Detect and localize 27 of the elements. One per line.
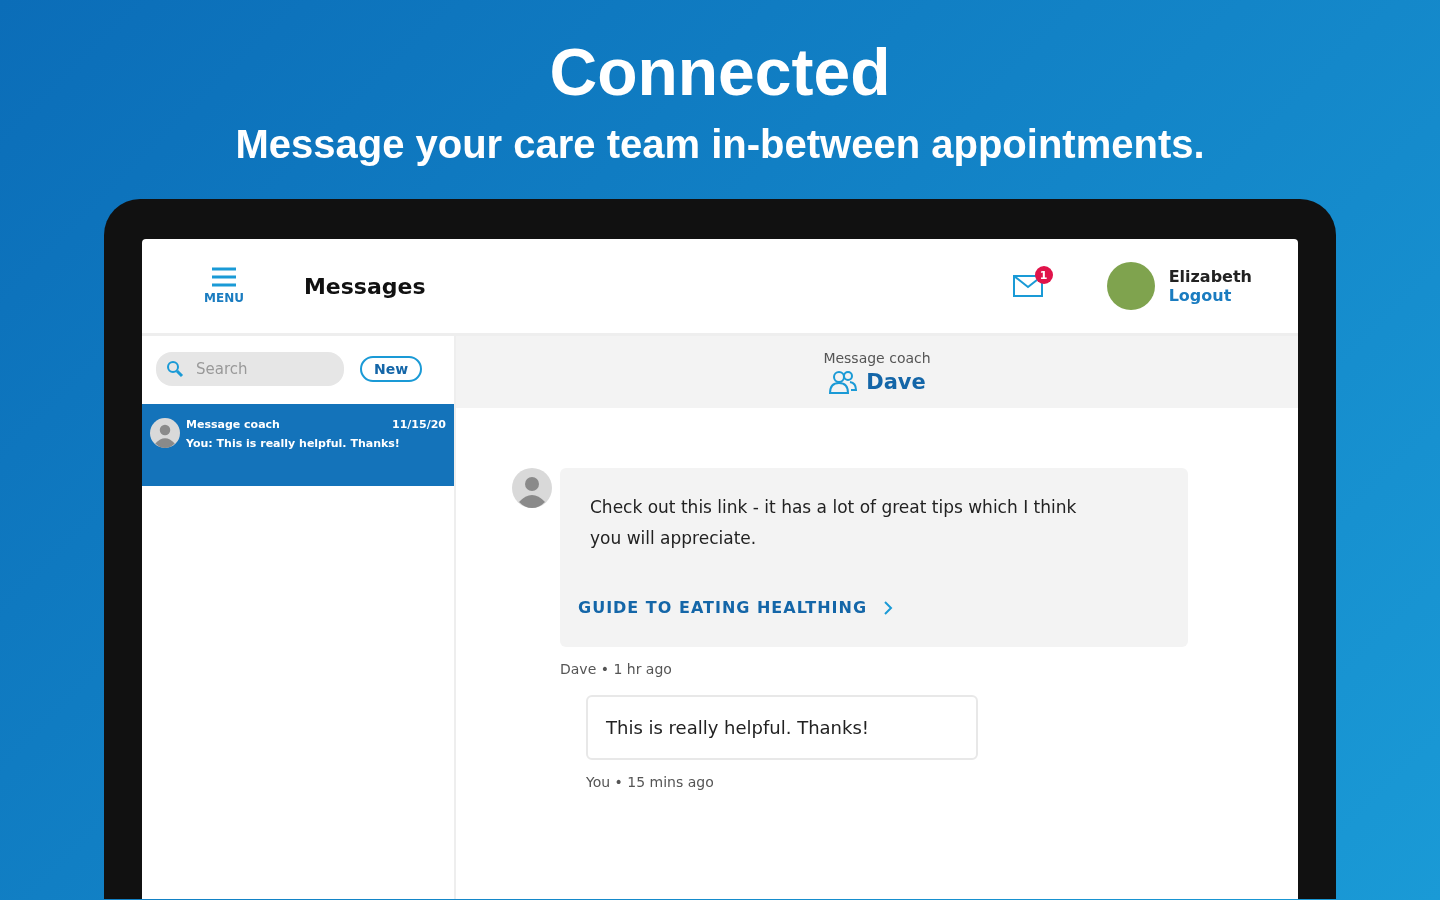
article-link[interactable]: GUIDE TO EATING HEALTHING bbox=[578, 598, 893, 617]
people-icon bbox=[828, 370, 859, 394]
chevron-right-icon bbox=[883, 599, 893, 616]
user-name: Elizabeth bbox=[1168, 267, 1252, 286]
avatar-icon bbox=[150, 418, 180, 448]
page-title: Messages bbox=[303, 273, 426, 299]
message-text: Check out this link - it has a lot of great tips which I think you will appreciate. bbox=[590, 496, 1078, 550]
search-field[interactable]: Search bbox=[156, 352, 344, 386]
profile-photo-placeholder bbox=[1106, 262, 1155, 310]
message-bubble: This is really helpful. Thanks! bbox=[586, 695, 978, 760]
subheadline: Message your care team in-between appointments. bbox=[234, 122, 1206, 167]
message-meta: You • 15 mins ago bbox=[586, 774, 715, 790]
unread-badge: 1 bbox=[1034, 266, 1053, 284]
avatar-icon bbox=[512, 468, 552, 508]
headline: Connected bbox=[548, 34, 892, 110]
mail-icon[interactable] bbox=[1012, 275, 1043, 297]
chat-subtitle: Message coach bbox=[823, 350, 931, 366]
conversation-date: 11/15/20 bbox=[392, 418, 446, 431]
new-button[interactable]: New bbox=[360, 356, 423, 382]
conversation-title: Message coach bbox=[186, 418, 280, 431]
message-meta: Dave • 1 hr ago bbox=[560, 661, 673, 677]
logout-link[interactable]: Logout bbox=[1168, 286, 1252, 305]
menu-icon bbox=[210, 267, 237, 287]
conversation-item[interactable]: Message coach 11/15/20 You: This is really helpful. Thanks! bbox=[142, 402, 454, 486]
chat-name: Dave bbox=[866, 370, 926, 394]
menu-button[interactable]: MENU bbox=[198, 266, 250, 306]
conversation-preview: You: This is really helpful. Thanks! bbox=[186, 437, 401, 450]
